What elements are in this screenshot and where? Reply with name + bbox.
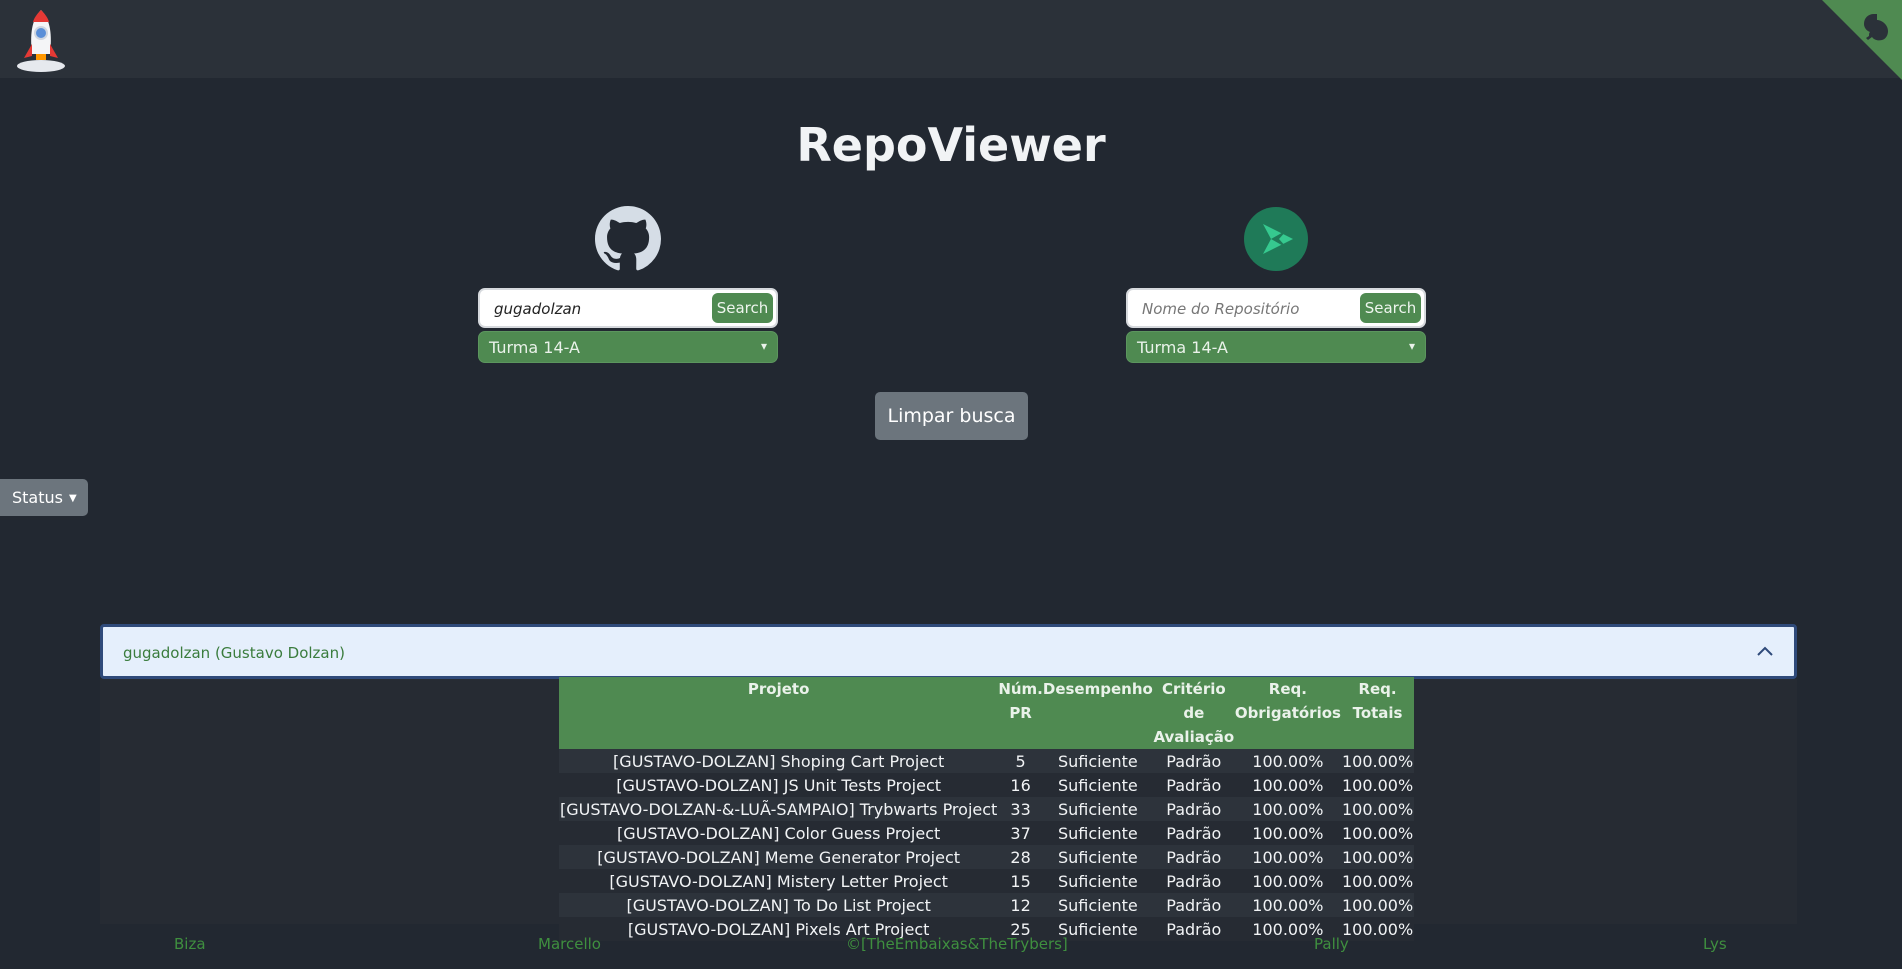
status-label: Status bbox=[12, 488, 63, 507]
table-cell: Suficiente bbox=[1042, 773, 1153, 797]
table-cell: [GUSTAVO-DOLZAN] To Do List Project bbox=[559, 893, 999, 917]
table-cell: 100.00% bbox=[1234, 773, 1341, 797]
table-cell: 16 bbox=[998, 773, 1043, 797]
table-cell: 100.00% bbox=[1234, 749, 1341, 773]
table-cell: Padrão bbox=[1152, 749, 1235, 773]
clear-search-button[interactable]: Limpar busca bbox=[875, 392, 1028, 440]
chevron-down-icon: ▾ bbox=[1408, 339, 1415, 353]
trybe-icon bbox=[1244, 207, 1308, 271]
user-turma-value: Turma 14-A bbox=[489, 338, 580, 357]
table-cell: Suficiente bbox=[1042, 893, 1153, 917]
table-cell: 100.00% bbox=[1340, 749, 1415, 773]
repo-turma-select[interactable]: Turma 14-A ▾ bbox=[1126, 331, 1426, 363]
repo-turma-value: Turma 14-A bbox=[1137, 338, 1228, 357]
table-cell: Padrão bbox=[1152, 893, 1235, 917]
repo-search-section: Search Turma 14-A ▾ bbox=[1126, 206, 1426, 363]
table-cell: [GUSTAVO-DOLZAN] JS Unit Tests Project bbox=[559, 773, 999, 797]
table-cell: 100.00% bbox=[1234, 869, 1341, 893]
user-search-box: Search bbox=[478, 288, 778, 328]
table-cell: 33 bbox=[998, 797, 1043, 821]
projects-table: Projeto Núm. PR Desempenho Critério de A… bbox=[559, 677, 1415, 941]
column-header: Projeto bbox=[559, 677, 999, 749]
table-row: [GUSTAVO-DOLZAN-&-LUÃ-SAMPAIO] Trybwarts… bbox=[559, 797, 1415, 821]
table-cell: 100.00% bbox=[1340, 797, 1415, 821]
table-cell: Suficiente bbox=[1042, 845, 1153, 869]
table-cell: [GUSTAVO-DOLZAN-&-LUÃ-SAMPAIO] Trybwarts… bbox=[559, 797, 999, 821]
repo-search-box: Search bbox=[1126, 288, 1426, 328]
user-turma-select[interactable]: Turma 14-A ▾ bbox=[478, 331, 778, 363]
table-cell: Padrão bbox=[1152, 845, 1235, 869]
table-cell: 100.00% bbox=[1340, 845, 1415, 869]
table-cell: 100.00% bbox=[1234, 893, 1341, 917]
table-cell: 100.00% bbox=[1340, 893, 1415, 917]
column-header: Desempenho bbox=[1042, 677, 1153, 749]
github-corner-icon[interactable] bbox=[1822, 0, 1902, 80]
user-search-section: Search Turma 14-A ▾ bbox=[478, 206, 778, 363]
column-header: Critério de Avaliação bbox=[1152, 677, 1235, 749]
table-cell: Suficiente bbox=[1042, 797, 1153, 821]
table-row: [GUSTAVO-DOLZAN] Mistery Letter Project 1… bbox=[559, 869, 1415, 893]
table-header-row: Projeto Núm. PR Desempenho Critério de A… bbox=[559, 677, 1415, 749]
table-cell: [GUSTAVO-DOLZAN] Meme Generator Project bbox=[559, 845, 999, 869]
footer-link[interactable]: Lys bbox=[1703, 935, 1727, 953]
table-cell: [GUSTAVO-DOLZAN] Color Guess Project bbox=[559, 821, 999, 845]
table-row: [GUSTAVO-DOLZAN] Shoping Cart Project 5 Su… bbox=[559, 749, 1415, 773]
page-title: RepoViewer bbox=[796, 118, 1106, 172]
navbar bbox=[0, 0, 1902, 80]
accordion-header[interactable]: gugadolzan (Gustavo Dolzan) bbox=[100, 624, 1797, 679]
table-cell: 5 bbox=[998, 749, 1043, 773]
footer: Biza Marcello ©[TheEmbaixas&TheTrybers] … bbox=[0, 931, 1902, 955]
table-cell: [GUSTAVO-DOLZAN] Mistery Letter Project bbox=[559, 869, 999, 893]
github-icon bbox=[595, 206, 661, 271]
user-search-input[interactable] bbox=[494, 297, 704, 321]
table-cell: Padrão bbox=[1152, 773, 1235, 797]
table-row: [GUSTAVO-DOLZAN] To Do List Project 12 Suf… bbox=[559, 893, 1415, 917]
table-cell: Suficiente bbox=[1042, 749, 1153, 773]
table-cell: Padrão bbox=[1152, 797, 1235, 821]
column-header: Req. Totais bbox=[1340, 677, 1415, 749]
user-search-button[interactable]: Search bbox=[712, 293, 773, 323]
table-cell: 15 bbox=[998, 869, 1043, 893]
column-header: Req. Obrigatórios bbox=[1234, 677, 1341, 749]
table-row: [GUSTAVO-DOLZAN] Color Guess Project 37 Su… bbox=[559, 821, 1415, 845]
rocket-logo-icon[interactable] bbox=[14, 6, 68, 74]
table-cell: 100.00% bbox=[1340, 821, 1415, 845]
status-dropdown-button[interactable]: Status ▼ bbox=[0, 479, 88, 516]
table-cell: 28 bbox=[998, 845, 1043, 869]
table-cell: 100.00% bbox=[1234, 797, 1341, 821]
table-cell: Suficiente bbox=[1042, 869, 1153, 893]
footer-link[interactable]: Marcello bbox=[538, 935, 601, 953]
table-row: [GUSTAVO-DOLZAN] JS Unit Tests Project 16… bbox=[559, 773, 1415, 797]
caret-down-icon: ▼ bbox=[68, 493, 77, 504]
accordion-title: gugadolzan (Gustavo Dolzan) bbox=[123, 644, 345, 662]
table-cell: 100.00% bbox=[1234, 845, 1341, 869]
table-cell: 100.00% bbox=[1340, 773, 1415, 797]
table-cell: 100.00% bbox=[1340, 869, 1415, 893]
repo-search-input[interactable] bbox=[1142, 297, 1352, 321]
footer-link[interactable]: Pally bbox=[1314, 935, 1349, 953]
chevron-down-icon: ▾ bbox=[760, 339, 767, 353]
repo-search-button[interactable]: Search bbox=[1360, 293, 1421, 323]
table-row: [GUSTAVO-DOLZAN] Meme Generator Project 2… bbox=[559, 845, 1415, 869]
chevron-up-icon bbox=[1757, 646, 1773, 656]
footer-link[interactable]: ©[TheEmbaixas&TheTrybers] bbox=[846, 935, 1068, 953]
table-cell: 100.00% bbox=[1234, 821, 1341, 845]
column-header: Núm. PR bbox=[998, 677, 1043, 749]
table-cell: 12 bbox=[998, 893, 1043, 917]
table-cell: Suficiente bbox=[1042, 821, 1153, 845]
table-cell: Padrão bbox=[1152, 821, 1235, 845]
footer-link[interactable]: Biza bbox=[174, 935, 206, 953]
table-cell: Padrão bbox=[1152, 869, 1235, 893]
table-cell: 37 bbox=[998, 821, 1043, 845]
table-cell: [GUSTAVO-DOLZAN] Shoping Cart Project bbox=[559, 749, 999, 773]
